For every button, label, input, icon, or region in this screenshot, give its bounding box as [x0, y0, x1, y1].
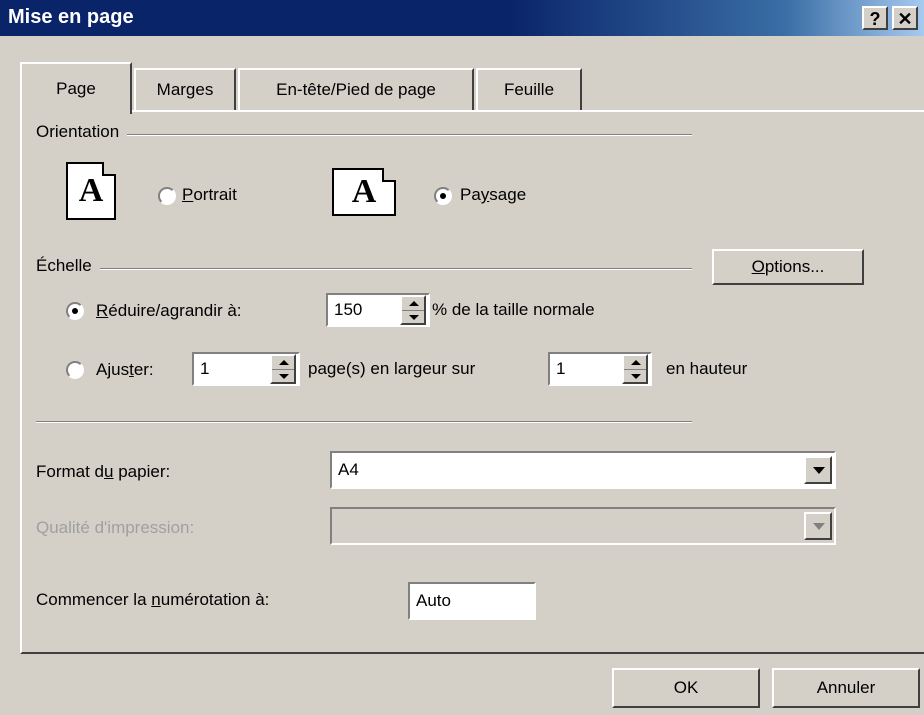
help-button[interactable]: ? — [862, 6, 888, 30]
tab-page[interactable]: Page — [20, 62, 132, 114]
ajuster-label[interactable]: Ajuster: — [96, 360, 154, 380]
reduire-label[interactable]: Réduire/agrandir à: — [96, 301, 242, 321]
options-button[interactable]: Options... — [712, 249, 864, 285]
spin-up-icon[interactable] — [624, 356, 646, 369]
close-button[interactable]: ✕ — [892, 6, 918, 30]
print-quality-label: Qualité d'impression: — [36, 518, 195, 537]
window-title: Mise en page — [8, 6, 134, 28]
ok-button[interactable]: OK — [612, 668, 760, 708]
scale-suffix-label: % de la taille normale — [432, 300, 595, 319]
tab-marges[interactable]: Marges — [134, 68, 236, 112]
paysage-radio[interactable] — [434, 187, 452, 205]
start-numbering-label: Commencer la numérotation à: — [36, 590, 270, 609]
fit-height-spinner[interactable] — [622, 354, 648, 384]
radio-selected-dot — [440, 193, 446, 199]
section-divider — [36, 421, 692, 423]
echelle-divider — [36, 268, 692, 270]
print-quality-dropdown-icon — [804, 512, 832, 540]
print-quality-select — [330, 507, 836, 545]
fit-width-spinner[interactable] — [270, 354, 296, 384]
paper-format-label: Format du papier: — [36, 462, 171, 481]
scale-percent-spinner[interactable] — [400, 295, 426, 325]
paper-format-select[interactable]: A4 — [330, 451, 836, 489]
radio-selected-dot — [72, 308, 78, 314]
landscape-page-icon: A — [332, 168, 396, 216]
paper-format-dropdown-icon[interactable] — [804, 456, 832, 484]
orientation-divider — [36, 134, 692, 136]
orientation-group-label: Orientation — [36, 122, 128, 142]
spin-down-icon[interactable] — [272, 369, 294, 382]
close-icon: ✕ — [897, 9, 913, 29]
start-numbering-input[interactable]: Auto — [408, 582, 536, 620]
portrait-radio[interactable] — [158, 187, 176, 205]
spin-up-icon[interactable] — [402, 297, 424, 310]
echelle-group-label: Échelle — [36, 256, 100, 276]
spin-down-icon[interactable] — [624, 369, 646, 382]
portrait-label[interactable]: Portrait — [182, 185, 237, 205]
ajuster-radio[interactable] — [66, 361, 84, 379]
tab-en-tete-pied-de-page[interactable]: En-tête/Pied de page — [238, 68, 474, 112]
fit-height-suffix-label: en hauteur — [666, 359, 748, 378]
fit-middle-label: page(s) en largeur sur — [308, 359, 476, 378]
paysage-label[interactable]: Paysage — [460, 185, 526, 205]
reduire-radio[interactable] — [66, 302, 84, 320]
spin-up-icon[interactable] — [272, 356, 294, 369]
portrait-page-icon: A — [66, 162, 116, 220]
cancel-button[interactable]: Annuler — [772, 668, 920, 708]
tab-feuille[interactable]: Feuille — [476, 68, 582, 112]
spin-down-icon[interactable] — [402, 310, 424, 323]
title-bar[interactable]: Mise en page ? ✕ — [0, 0, 924, 36]
